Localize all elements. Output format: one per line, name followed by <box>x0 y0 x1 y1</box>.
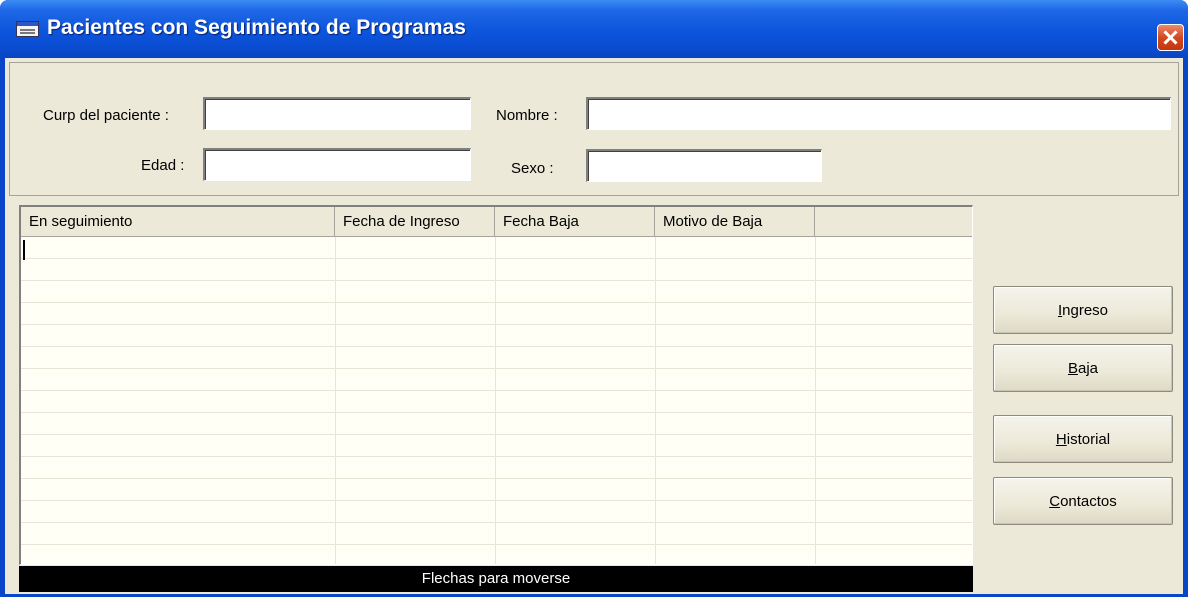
column-header-en-seguimiento[interactable]: En seguimiento <box>21 207 335 236</box>
baja-button[interactable]: Baja <box>993 344 1173 392</box>
baja-label: aja <box>1077 359 1099 377</box>
table-row[interactable] <box>21 369 972 391</box>
ingreso-label: ngreso <box>1062 301 1109 319</box>
historial-accel: H <box>1055 430 1067 448</box>
contactos-accel: C <box>1049 492 1061 510</box>
grid-body[interactable] <box>21 237 972 564</box>
app-window: Pacientes con Seguimiento de Programas C… <box>0 0 1188 597</box>
column-header-fecha-baja[interactable]: Fecha Baja <box>495 207 655 236</box>
edad-input[interactable] <box>203 148 471 181</box>
seguimiento-grid[interactable]: En seguimiento Fecha de Ingreso Fecha Ba… <box>19 205 973 565</box>
nombre-label: Nombre : <box>496 107 558 124</box>
column-header-motivo-baja[interactable]: Motivo de Baja <box>655 207 815 236</box>
ingreso-button[interactable]: Ingreso <box>993 286 1173 334</box>
grid-column-line <box>495 237 496 564</box>
sexo-input[interactable] <box>586 149 822 182</box>
column-header-extra[interactable] <box>815 207 972 236</box>
baja-accel: B <box>1067 359 1078 377</box>
historial-button[interactable]: Historial <box>993 415 1173 463</box>
close-icon[interactable] <box>1157 24 1184 51</box>
table-row[interactable] <box>21 303 972 325</box>
patient-info-group: Curp del paciente : Nombre : Edad : Sexo… <box>9 62 1179 196</box>
table-row[interactable] <box>21 391 972 413</box>
grid-header: En seguimiento Fecha de Ingreso Fecha Ba… <box>21 207 972 237</box>
table-row[interactable] <box>21 325 972 347</box>
table-row[interactable] <box>21 237 972 259</box>
table-row[interactable] <box>21 435 972 457</box>
window-title: Pacientes con Seguimiento de Programas <box>47 16 466 39</box>
table-row[interactable] <box>21 545 972 564</box>
edad-label: Edad : <box>141 157 185 174</box>
grid-column-line <box>335 237 336 564</box>
table-row[interactable] <box>21 347 972 369</box>
table-row[interactable] <box>21 259 972 281</box>
historial-label: istorial <box>1066 430 1111 448</box>
curp-input[interactable] <box>203 97 471 130</box>
table-row[interactable] <box>21 501 972 523</box>
grid-column-line <box>815 237 816 564</box>
curp-label: Curp del paciente : <box>43 107 169 124</box>
window-app-icon[interactable] <box>16 21 39 37</box>
column-header-fecha-ingreso[interactable]: Fecha de Ingreso <box>335 207 495 236</box>
status-bar: Flechas para moverse <box>19 566 973 592</box>
window-client-area: Curp del paciente : Nombre : Edad : Sexo… <box>5 58 1183 594</box>
table-row[interactable] <box>21 281 972 303</box>
sexo-label: Sexo : <box>511 160 554 177</box>
contactos-button[interactable]: Contactos <box>993 477 1173 525</box>
contactos-label: ontactos <box>1060 492 1117 510</box>
table-row[interactable] <box>21 457 972 479</box>
nombre-input[interactable] <box>586 97 1171 130</box>
table-row[interactable] <box>21 523 972 545</box>
table-row[interactable] <box>21 413 972 435</box>
title-bar[interactable]: Pacientes con Seguimiento de Programas <box>0 0 1188 58</box>
table-row[interactable] <box>21 479 972 501</box>
grid-cell-cursor <box>23 240 25 260</box>
grid-column-line <box>655 237 656 564</box>
